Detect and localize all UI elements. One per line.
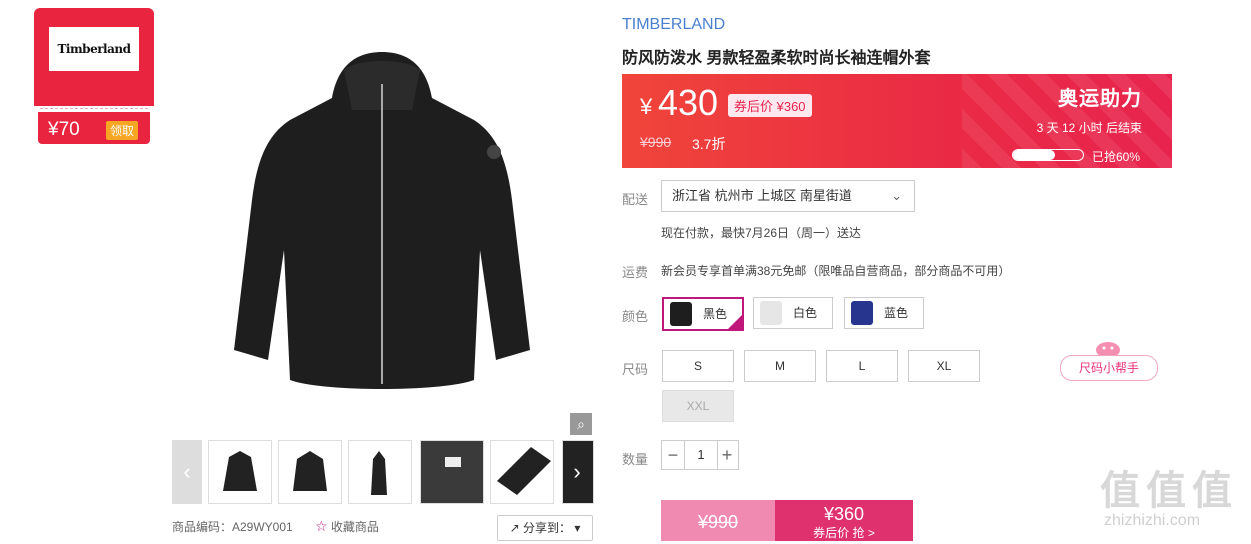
color-option-label: 白色: [792, 306, 817, 320]
quantity-decrease-button[interactable]: −: [662, 441, 684, 469]
jacket-image: [234, 52, 530, 389]
thumbnail[interactable]: [420, 440, 484, 504]
price-banner: ¥ 430 券后价 ¥360 ¥990 3.7折 奥运助力 3 天 12 小时 …: [622, 74, 1172, 168]
delivery-label: 配送: [622, 192, 649, 207]
color-option-blue[interactable]: 蓝色: [844, 297, 924, 329]
claim-coupon-button[interactable]: 领取: [106, 121, 139, 140]
size-option-l[interactable]: L: [826, 350, 898, 382]
favorite-button[interactable]: ☆ 收藏商品: [315, 518, 379, 535]
event-title: 奥运助力: [1058, 88, 1142, 110]
sold-percent: 已抢60%: [1092, 150, 1141, 164]
buy-coupon-button[interactable]: ¥360 券后价 抢 >: [775, 500, 913, 541]
brand-name[interactable]: TIMBERLAND: [622, 16, 725, 34]
size-option-m[interactable]: M: [744, 350, 816, 382]
quantity-input[interactable]: 1: [684, 441, 718, 469]
buy-button[interactable]: ¥990 ¥360 券后价 抢 >: [661, 500, 913, 541]
thumb-next-button[interactable]: ›: [562, 440, 592, 504]
jacket-black-swatch: [670, 302, 692, 326]
product-main-image: [172, 0, 592, 432]
size-label: 尺码: [622, 362, 649, 377]
coupon-divider: [40, 108, 148, 109]
product-title: 防风防泼水 男款轻盈柔软时尚长袖连帽外套: [622, 50, 931, 67]
jacket-side-icon: [371, 451, 387, 495]
thumbnail[interactable]: [208, 440, 272, 504]
watermark-site: zhizhizhi.com: [1104, 512, 1201, 529]
delivery-note: 现在付款，最快7月26日（周一）送达: [661, 226, 862, 240]
countdown: 3 天 12 小时 后结束: [1036, 121, 1142, 135]
original-price: ¥990: [640, 134, 672, 150]
favorite-label: 收藏商品: [330, 520, 379, 534]
shipping-text: 新会员专享首单满38元免邮（限唯品自营商品，部分商品不可用）: [661, 264, 1011, 278]
thumbnail[interactable]: [278, 440, 342, 504]
star-icon: ☆: [315, 518, 328, 534]
discount-rate: 3.7折: [692, 136, 726, 152]
watermark-logo: 值值值: [1100, 469, 1238, 513]
quantity-stepper: − 1 +: [661, 440, 739, 470]
shipping-label: 运费: [622, 265, 649, 280]
size-option-s[interactable]: S: [662, 350, 734, 382]
quantity-label: 数量: [622, 452, 649, 467]
thumbnail-strip: ‹ ›: [172, 440, 594, 504]
timberland-logo: Timberland: [49, 27, 139, 71]
share-label: 分享到：: [523, 521, 572, 535]
sold-progress-bar: [1012, 149, 1084, 161]
thumb-prev-button[interactable]: ‹: [172, 440, 202, 504]
current-price: 430: [658, 82, 719, 123]
delivery-location-select[interactable]: 浙江省 杭州市 上城区 南星街道 ⌄: [661, 180, 915, 212]
jacket-blue-swatch: [851, 301, 873, 325]
zoom-icon[interactable]: ⌕: [570, 413, 592, 435]
buy-action-label: 券后价 抢 >: [813, 526, 875, 540]
jacket-white-swatch: [760, 301, 782, 325]
label-detail-icon: [445, 457, 461, 467]
buy-original-price: ¥990: [661, 500, 775, 541]
color-option-label: 黑色: [702, 307, 727, 321]
selected-check-icon: [728, 315, 742, 329]
buy-price: ¥360: [823, 504, 865, 524]
quantity-increase-button[interactable]: +: [716, 441, 738, 469]
chevron-down-icon: ▾: [574, 521, 581, 535]
sleeve-detail-icon: [497, 447, 551, 495]
size-helper-button[interactable]: 尺码小帮手: [1060, 355, 1158, 381]
share-icon: ↗: [509, 521, 520, 535]
color-label: 颜色: [622, 309, 649, 324]
size-option-xxl: XXL: [662, 390, 734, 422]
coupon-price-badge: 券后价 ¥360: [728, 94, 812, 117]
brand-coupon[interactable]: Timberland ¥70 领取: [34, 8, 154, 144]
share-button[interactable]: ↗ 分享到： ▾: [497, 515, 593, 541]
color-option-label: 蓝色: [883, 306, 908, 320]
size-option-xl[interactable]: XL: [908, 350, 980, 382]
sold-progress-fill: [1013, 150, 1055, 160]
product-code: 商品编码：A29WY001: [172, 520, 293, 534]
coupon-footer: ¥70 领取: [38, 112, 150, 144]
color-option-white[interactable]: 白色: [753, 297, 833, 329]
coupon-amount: ¥70: [48, 119, 80, 140]
thumbnail[interactable]: [348, 440, 412, 504]
chevron-down-icon: ⌄: [891, 188, 902, 203]
jacket-front-icon: [223, 451, 257, 491]
jacket-back-icon: [293, 451, 327, 491]
currency-symbol: ¥: [640, 94, 653, 119]
color-option-black[interactable]: 黑色: [662, 297, 744, 331]
delivery-location: 浙江省 杭州市 上城区 南星街道: [672, 188, 852, 203]
thumbnail[interactable]: [490, 440, 554, 504]
